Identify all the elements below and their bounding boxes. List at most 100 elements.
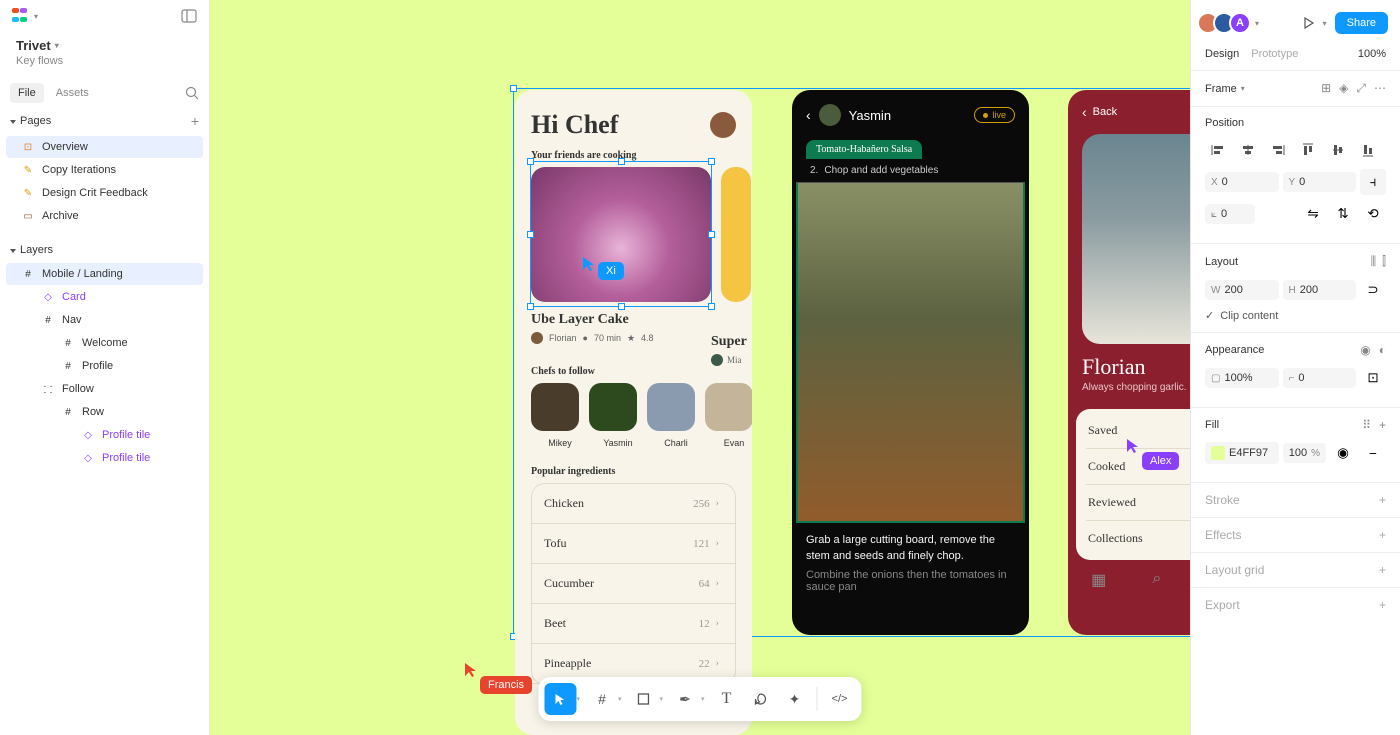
tool-frame[interactable]: # [586,683,618,715]
page-item[interactable]: ✎Design Crit Feedback [6,182,203,204]
add-effect-icon[interactable]: + [1379,528,1386,542]
clip-check[interactable]: ✓ [1205,309,1214,322]
ingredient-row[interactable]: Cucumber64 › [532,564,735,604]
ingredient-row[interactable]: Chicken256 › [532,484,735,524]
tool-shape[interactable] [628,683,660,715]
layer-item[interactable]: #Row [6,401,203,423]
tool-text[interactable]: T [711,683,743,715]
zoom-value[interactable]: 100% [1358,48,1386,60]
y-input[interactable]: Y0 [1283,172,1357,192]
layer-item[interactable]: #Welcome [6,332,203,354]
greeting: Hi Chef [531,110,618,140]
flip-h-icon[interactable]: ⇋ [1300,201,1326,227]
tab-design[interactable]: Design [1205,48,1239,60]
autolayout-v-icon[interactable]: ⫿ [1382,254,1386,269]
corners-icon[interactable]: ⊡ [1360,365,1386,391]
chevron-down-icon[interactable]: ▾ [701,695,705,703]
position-label: Position [1205,117,1386,129]
layer-item[interactable]: #Mobile / Landing [6,263,203,285]
tab-pantry-icon[interactable]: ▦ [1091,570,1106,590]
align-left[interactable] [1205,137,1231,163]
chevron-down-icon[interactable]: ▾ [1255,19,1259,28]
collaborator-avatar[interactable]: A [1229,12,1251,34]
layer-icon: ◇ [82,429,94,441]
more-icon[interactable]: ⋯ [1374,81,1386,96]
page-item[interactable]: ⊡Overview [6,136,203,158]
layer-item[interactable]: #Nav [6,309,203,331]
tool-dev-mode[interactable]: </> [824,683,856,715]
add-grid-icon[interactable]: + [1379,563,1386,577]
canvas[interactable]: Hi Chef Your friends are cooking U [210,0,1190,735]
align-top[interactable] [1295,137,1321,163]
figma-logo-icon[interactable] [12,8,28,24]
tab-search-icon[interactable]: ⌕ [1152,570,1161,590]
add-export-icon[interactable]: + [1379,598,1386,612]
page-item[interactable]: ✎Copy Iterations [6,159,203,181]
align-bottom[interactable] [1355,137,1381,163]
add-stroke-icon[interactable]: + [1379,493,1386,507]
visibility-icon[interactable]: ◉ [1360,343,1370,357]
fill-color-input[interactable]: E4FF97 [1205,442,1279,464]
align-right[interactable] [1265,137,1291,163]
layers-header[interactable]: Layers [0,238,209,262]
author-avatar [531,332,543,344]
frame-label[interactable]: Frame [1205,83,1237,95]
chef-name: Evan [705,438,752,448]
alignment-icon[interactable]: ⊞ [1321,81,1331,96]
x-input[interactable]: X0 [1205,172,1279,192]
align-vcenter[interactable] [1325,137,1351,163]
remove-fill-icon[interactable]: − [1360,440,1386,466]
pages-header[interactable]: Pages + [0,107,209,135]
flip-v-icon[interactable]: ⇅ [1330,201,1356,227]
share-button[interactable]: Share [1335,12,1388,34]
height-input[interactable]: H200 [1283,280,1357,300]
absolute-position-icon[interactable]: ⫞ [1360,169,1386,195]
layer-item[interactable]: ⸬Follow [6,378,203,400]
chevron-down-icon[interactable]: ▾ [618,695,622,703]
rotation-input[interactable]: ⟀0 [1205,204,1255,224]
autolayout-h-icon[interactable]: ⫼ [1371,254,1377,269]
sidebar-toggle-icon[interactable] [181,8,197,24]
tool-pen[interactable]: ✒ [669,683,701,715]
tab-prototype[interactable]: Prototype [1251,48,1298,60]
tab-assets[interactable]: Assets [48,83,97,103]
chevron-down-icon[interactable]: ▾ [576,695,580,703]
search-icon[interactable] [185,86,199,100]
ingredient-row[interactable]: Beet12 › [532,604,735,644]
effects-label: Effects [1205,528,1241,542]
project-name[interactable]: Trivet ▾ [0,32,209,55]
layer-item[interactable]: ◇Profile tile [6,424,203,446]
play-icon[interactable] [1303,17,1315,29]
layer-item[interactable]: ◇Card [6,286,203,308]
component-icon[interactable]: ◈ [1339,81,1348,96]
stat-row[interactable]: Reviewed12 › [1086,485,1190,521]
layer-icon: # [62,406,74,418]
tool-move[interactable] [544,683,576,715]
chevron-down-icon[interactable]: ▾ [1323,19,1327,28]
add-fill-icon[interactable]: + [1379,418,1386,432]
tool-actions[interactable]: ✦ [779,683,811,715]
resize-icon[interactable]: ⤢ [1356,81,1366,96]
fill-opacity-input[interactable]: 100% [1283,443,1326,463]
width-input[interactable]: W200 [1205,280,1279,300]
chevron-down-icon[interactable]: ▾ [34,12,38,21]
visibility-icon[interactable]: ◉ [1330,440,1356,466]
align-hcenter[interactable] [1235,137,1261,163]
blend-icon[interactable]: ◐ [1379,343,1386,357]
back-link[interactable]: ‹Back [1068,90,1190,134]
styles-icon[interactable]: ⠿ [1362,418,1371,432]
tab-file[interactable]: File [10,83,44,103]
constrain-icon[interactable]: ⊃ [1360,277,1386,303]
layer-item[interactable]: #Profile [6,355,203,377]
corner-input[interactable]: ⌐0 [1283,368,1357,388]
rotate-icon[interactable]: ⟲ [1360,201,1386,227]
add-page-icon[interactable]: + [191,113,199,129]
layer-item[interactable]: ◇Profile tile [6,447,203,469]
opacity-input[interactable]: ▢100% [1205,368,1279,388]
ingredient-row[interactable]: Tofu121 › [532,524,735,564]
page-item[interactable]: ▭Archive [6,205,203,227]
back-icon[interactable]: ‹ [806,107,811,123]
tool-comment[interactable] [745,683,777,715]
chevron-down-icon[interactable]: ▾ [660,695,664,703]
stat-row[interactable]: Collections2 › [1086,521,1190,556]
